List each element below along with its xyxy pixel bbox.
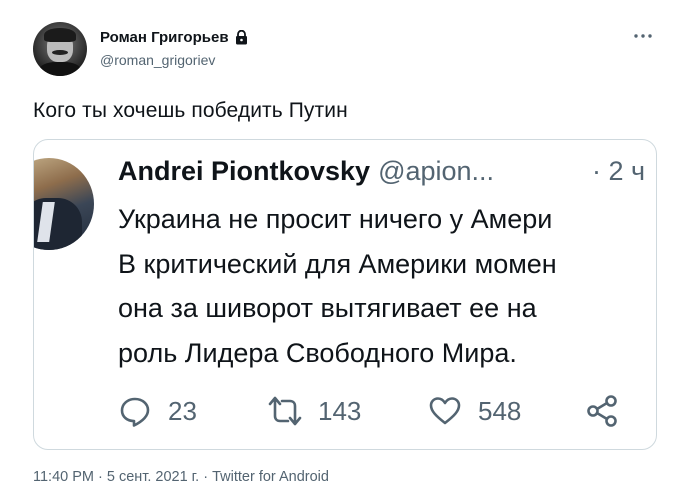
like-count: 548 <box>478 395 522 426</box>
embedded-text-line: Украина не просит ничего у Амери <box>118 204 553 234</box>
embedded-text-line: роль Лидера Свободного Мира. <box>118 337 517 368</box>
tweet-text: Кого ты хочешь победить Путин <box>33 99 348 122</box>
embedded-screenshot[interactable]: Andrei Piontkovsky @apion... · 2 ч Украин… <box>33 139 657 450</box>
embedded-share <box>585 394 619 428</box>
tweet: Роман Григорьев @roman_grigoriev Кого ты… <box>0 0 690 499</box>
tweet-header: Роман Григорьев @roman_grigoriev <box>33 22 663 78</box>
reply-count: 23 <box>168 395 197 426</box>
author-display-name[interactable]: Роман Григорьев <box>100 29 229 46</box>
embedded-header: Andrei Piontkovsky @apion... · 2 ч <box>118 156 645 187</box>
author-handle[interactable]: @roman_grigoriev <box>100 52 215 68</box>
embedded-text-line: она за шиворот вытягивает ее на <box>118 293 537 323</box>
embedded-like: 548 <box>428 394 521 428</box>
embedded-text: Украина не просит ничего у Амери В крити… <box>118 197 656 375</box>
retweet-count: 143 <box>318 395 362 426</box>
embedded-timestamp: · 2 ч <box>592 156 646 186</box>
like-icon <box>429 397 461 425</box>
share-icon <box>587 395 617 427</box>
avatar[interactable] <box>33 22 87 76</box>
tweet-meta[interactable]: 11:40 PM · 5 сент. 2021 г. · Twitter for… <box>33 469 329 485</box>
embedded-actions: 23 143 548 <box>118 394 638 428</box>
embedded-author-name: Andrei Piontkovsky <box>118 156 371 186</box>
more-button[interactable] <box>631 28 655 44</box>
lock-icon <box>235 30 247 45</box>
retweet-icon <box>268 396 302 426</box>
embedded-reply: 23 <box>118 394 197 428</box>
embedded-retweet: 143 <box>268 394 361 428</box>
author-name-row: Роман Григорьев <box>100 29 248 46</box>
embedded-avatar <box>34 158 94 250</box>
embedded-text-line: В критический для Америки момен <box>118 248 557 279</box>
reply-icon <box>120 397 150 427</box>
embedded-author-handle: @apion... <box>378 156 495 186</box>
more-icon <box>634 34 652 38</box>
